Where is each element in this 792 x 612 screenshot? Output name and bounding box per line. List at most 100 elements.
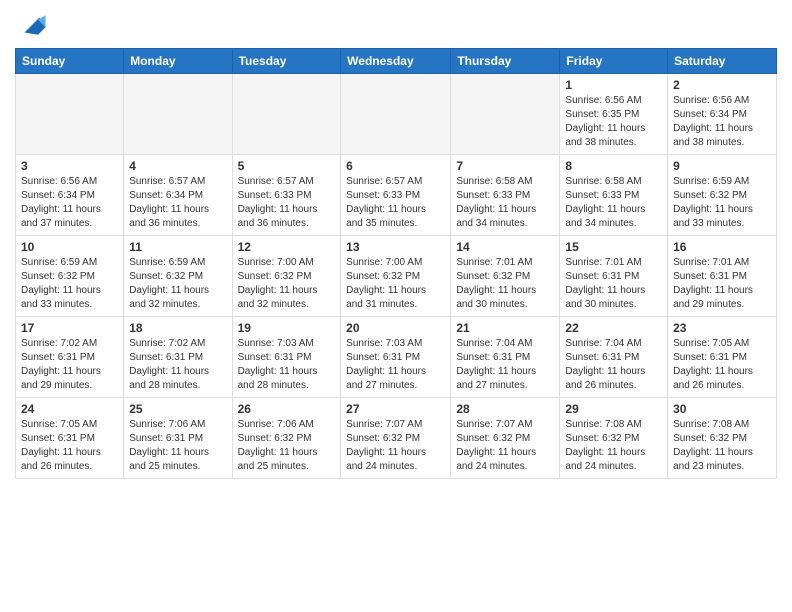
calendar-cell: 4 Sunrise: 6:57 AMSunset: 6:34 PMDaylight…	[124, 155, 232, 236]
weekday-thursday: Thursday	[451, 49, 560, 74]
calendar-cell: 27 Sunrise: 7:07 AMSunset: 6:32 PMDayligh…	[341, 398, 451, 479]
day-info: Sunrise: 6:59 AMSunset: 6:32 PMDaylight:…	[673, 175, 771, 231]
day-info: Sunrise: 7:02 AMSunset: 6:31 PMDaylight:…	[21, 337, 118, 393]
day-number: 6	[346, 159, 445, 173]
day-number: 18	[129, 321, 226, 335]
day-number: 25	[129, 402, 226, 416]
page-header	[15, 10, 777, 40]
day-info: Sunrise: 6:59 AMSunset: 6:32 PMDaylight:…	[129, 256, 226, 312]
week-row-3: 10 Sunrise: 6:59 AMSunset: 6:32 PMDayligh…	[16, 236, 777, 317]
day-number: 1	[565, 78, 662, 92]
calendar-cell: 28 Sunrise: 7:07 AMSunset: 6:32 PMDayligh…	[451, 398, 560, 479]
day-number: 12	[238, 240, 336, 254]
day-number: 3	[21, 159, 118, 173]
logo	[15, 10, 47, 40]
calendar-cell: 22 Sunrise: 7:04 AMSunset: 6:31 PMDayligh…	[560, 317, 668, 398]
weekday-monday: Monday	[124, 49, 232, 74]
weekday-sunday: Sunday	[16, 49, 124, 74]
calendar-cell: 10 Sunrise: 6:59 AMSunset: 6:32 PMDayligh…	[16, 236, 124, 317]
calendar-cell: 2Sunrise: 6:56 AMSunset: 6:34 PMDaylight…	[668, 74, 777, 155]
day-number: 8	[565, 159, 662, 173]
calendar-cell: 21 Sunrise: 7:04 AMSunset: 6:31 PMDayligh…	[451, 317, 560, 398]
day-number: 19	[238, 321, 336, 335]
calendar-cell: 1 Sunrise: 6:56 AMSunset: 6:35 PMDaylight…	[560, 74, 668, 155]
day-info: Sunrise: 7:03 AMSunset: 6:31 PMDaylight:…	[346, 337, 445, 393]
day-number: 26	[238, 402, 336, 416]
calendar-cell: 13 Sunrise: 7:00 AMSunset: 6:32 PMDayligh…	[341, 236, 451, 317]
day-number: 5	[238, 159, 336, 173]
day-number: 4	[129, 159, 226, 173]
calendar-cell: 29 Sunrise: 7:08 AMSunset: 6:32 PMDayligh…	[560, 398, 668, 479]
calendar-cell: 15 Sunrise: 7:01 AMSunset: 6:31 PMDayligh…	[560, 236, 668, 317]
calendar-page: SundayMondayTuesdayWednesdayThursdayFrid…	[0, 0, 792, 494]
day-info: Sunrise: 7:02 AMSunset: 6:31 PMDaylight:…	[129, 337, 226, 393]
day-number: 28	[456, 402, 554, 416]
calendar-table: SundayMondayTuesdayWednesdayThursdayFrid…	[15, 48, 777, 479]
calendar-cell: 25 Sunrise: 7:06 AMSunset: 6:31 PMDayligh…	[124, 398, 232, 479]
calendar-cell: 24Sunrise: 7:05 AMSunset: 6:31 PMDayligh…	[16, 398, 124, 479]
calendar-cell: 14Sunrise: 7:01 AMSunset: 6:32 PMDayligh…	[451, 236, 560, 317]
weekday-wednesday: Wednesday	[341, 49, 451, 74]
calendar-cell	[16, 74, 124, 155]
calendar-cell: 11 Sunrise: 6:59 AMSunset: 6:32 PMDayligh…	[124, 236, 232, 317]
day-number: 10	[21, 240, 118, 254]
day-number: 29	[565, 402, 662, 416]
day-info: Sunrise: 6:57 AMSunset: 6:33 PMDaylight:…	[346, 175, 445, 231]
calendar-cell: 17 Sunrise: 7:02 AMSunset: 6:31 PMDayligh…	[16, 317, 124, 398]
day-info: Sunrise: 7:06 AMSunset: 6:32 PMDaylight:…	[238, 418, 336, 474]
calendar-cell: 16Sunrise: 7:01 AMSunset: 6:31 PMDayligh…	[668, 236, 777, 317]
day-info: Sunrise: 7:05 AMSunset: 6:31 PMDaylight:…	[673, 337, 771, 393]
day-number: 17	[21, 321, 118, 335]
day-number: 15	[565, 240, 662, 254]
day-info: Sunrise: 6:59 AMSunset: 6:32 PMDaylight:…	[21, 256, 118, 312]
day-info: Sunrise: 6:57 AMSunset: 6:33 PMDaylight:…	[238, 175, 336, 231]
week-row-2: 3Sunrise: 6:56 AMSunset: 6:34 PMDaylight…	[16, 155, 777, 236]
calendar-cell	[341, 74, 451, 155]
calendar-cell: 3Sunrise: 6:56 AMSunset: 6:34 PMDaylight…	[16, 155, 124, 236]
day-number: 22	[565, 321, 662, 335]
calendar-cell	[124, 74, 232, 155]
day-info: Sunrise: 7:04 AMSunset: 6:31 PMDaylight:…	[565, 337, 662, 393]
day-info: Sunrise: 7:01 AMSunset: 6:32 PMDaylight:…	[456, 256, 554, 312]
day-number: 24	[21, 402, 118, 416]
day-number: 21	[456, 321, 554, 335]
day-info: Sunrise: 7:06 AMSunset: 6:31 PMDaylight:…	[129, 418, 226, 474]
weekday-tuesday: Tuesday	[232, 49, 341, 74]
day-info: Sunrise: 6:57 AMSunset: 6:34 PMDaylight:…	[129, 175, 226, 231]
day-number: 23	[673, 321, 771, 335]
calendar-cell: 7 Sunrise: 6:58 AMSunset: 6:33 PMDaylight…	[451, 155, 560, 236]
weekday-header-row: SundayMondayTuesdayWednesdayThursdayFrid…	[16, 49, 777, 74]
day-info: Sunrise: 6:56 AMSunset: 6:34 PMDaylight:…	[673, 94, 771, 150]
day-number: 7	[456, 159, 554, 173]
day-number: 11	[129, 240, 226, 254]
day-number: 13	[346, 240, 445, 254]
calendar-cell	[451, 74, 560, 155]
logo-icon	[17, 10, 47, 40]
week-row-5: 24Sunrise: 7:05 AMSunset: 6:31 PMDayligh…	[16, 398, 777, 479]
week-row-4: 17 Sunrise: 7:02 AMSunset: 6:31 PMDayligh…	[16, 317, 777, 398]
calendar-cell: 18 Sunrise: 7:02 AMSunset: 6:31 PMDayligh…	[124, 317, 232, 398]
day-info: Sunrise: 7:01 AMSunset: 6:31 PMDaylight:…	[565, 256, 662, 312]
day-info: Sunrise: 7:03 AMSunset: 6:31 PMDaylight:…	[238, 337, 336, 393]
day-info: Sunrise: 7:01 AMSunset: 6:31 PMDaylight:…	[673, 256, 771, 312]
day-number: 27	[346, 402, 445, 416]
calendar-cell: 12Sunrise: 7:00 AMSunset: 6:32 PMDayligh…	[232, 236, 341, 317]
day-info: Sunrise: 7:00 AMSunset: 6:32 PMDaylight:…	[346, 256, 445, 312]
day-info: Sunrise: 6:56 AMSunset: 6:35 PMDaylight:…	[565, 94, 662, 150]
day-info: Sunrise: 7:08 AMSunset: 6:32 PMDaylight:…	[565, 418, 662, 474]
day-info: Sunrise: 6:58 AMSunset: 6:33 PMDaylight:…	[456, 175, 554, 231]
calendar-cell: 8Sunrise: 6:58 AMSunset: 6:33 PMDaylight…	[560, 155, 668, 236]
calendar-cell: 26 Sunrise: 7:06 AMSunset: 6:32 PMDayligh…	[232, 398, 341, 479]
day-info: Sunrise: 7:07 AMSunset: 6:32 PMDaylight:…	[346, 418, 445, 474]
day-info: Sunrise: 7:08 AMSunset: 6:32 PMDaylight:…	[673, 418, 771, 474]
calendar-cell	[232, 74, 341, 155]
calendar-cell: 6 Sunrise: 6:57 AMSunset: 6:33 PMDaylight…	[341, 155, 451, 236]
day-info: Sunrise: 7:04 AMSunset: 6:31 PMDaylight:…	[456, 337, 554, 393]
week-row-1: 1 Sunrise: 6:56 AMSunset: 6:35 PMDaylight…	[16, 74, 777, 155]
day-number: 9	[673, 159, 771, 173]
calendar-cell: 20Sunrise: 7:03 AMSunset: 6:31 PMDayligh…	[341, 317, 451, 398]
day-info: Sunrise: 7:07 AMSunset: 6:32 PMDaylight:…	[456, 418, 554, 474]
calendar-cell: 5 Sunrise: 6:57 AMSunset: 6:33 PMDaylight…	[232, 155, 341, 236]
day-number: 30	[673, 402, 771, 416]
calendar-cell: 30 Sunrise: 7:08 AMSunset: 6:32 PMDayligh…	[668, 398, 777, 479]
